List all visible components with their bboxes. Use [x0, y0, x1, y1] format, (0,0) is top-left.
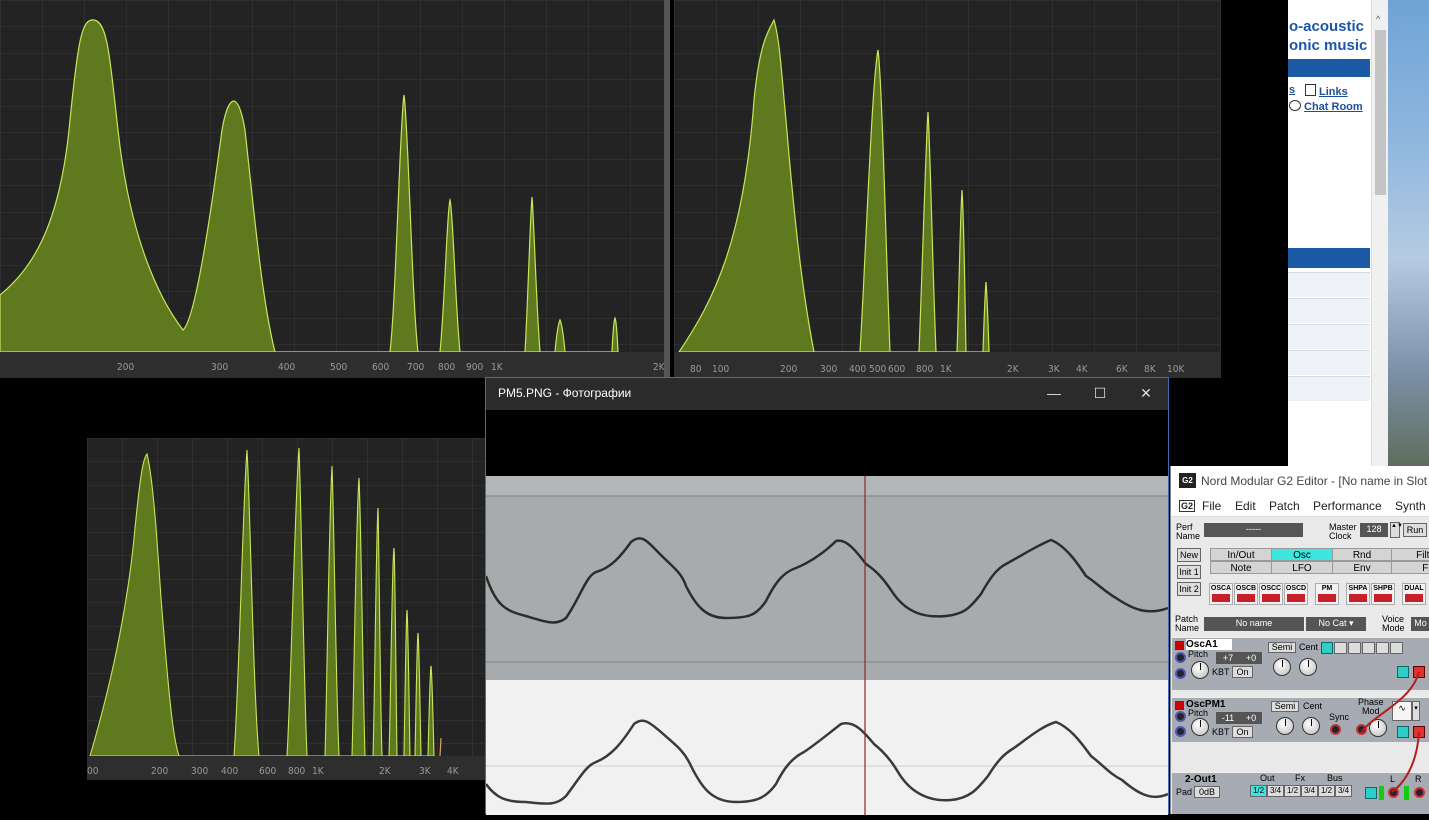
patch-cables — [1360, 671, 1420, 793]
spectrum-analyzer-bottom: 00 200 300 400 600 800 1K 2K 3K 4K — [87, 438, 487, 780]
spectrum-analyzer-top-left: 200 300 400 500 600 700 800 900 1K 2K — [0, 0, 670, 378]
menu-row[interactable] — [1288, 350, 1370, 375]
tick-label: 100 — [712, 364, 729, 375]
page-scrollbar[interactable]: ^ — [1371, 0, 1389, 470]
tick-label: 300 — [820, 364, 837, 375]
tick-label: 300 — [211, 362, 228, 373]
tick-label: 00 — [87, 766, 99, 777]
scrollbar-thumb[interactable] — [1375, 30, 1386, 195]
tick-label: 1K — [491, 362, 504, 373]
nav-bar — [1288, 59, 1370, 77]
tick-label: 2K — [653, 362, 666, 373]
tick-label: 800 — [288, 766, 305, 777]
tick-label: 200 — [117, 362, 134, 373]
nord-modular-editor-window[interactable]: G2 Nord Modular G2 Editor - [No name in … — [1170, 466, 1429, 814]
menu-row[interactable] — [1288, 298, 1370, 323]
tick-label: 400 — [221, 766, 238, 777]
tick-label: 800 — [916, 364, 933, 375]
menu-row[interactable] — [1288, 324, 1370, 349]
tick-label: 500 — [330, 362, 347, 373]
tick-label: 200 — [151, 766, 168, 777]
page-heading-line2: onic music — [1289, 37, 1368, 54]
tick-label: 600 — [888, 364, 905, 375]
spectrum-graph-top-left: 200 300 400 500 600 700 800 900 1K 2K — [0, 0, 670, 378]
section-bar — [1288, 248, 1370, 268]
tick-label: 4K — [447, 766, 460, 777]
tick-label: 3K — [419, 766, 432, 777]
tick-label: 80 — [690, 364, 702, 375]
minimize-button[interactable]: — — [1044, 384, 1064, 402]
tick-label: 900 — [466, 362, 483, 373]
window-title: PM5.PNG - Фотографии — [498, 386, 632, 400]
page-heading-line1: o-acoustic — [1289, 18, 1365, 35]
scroll-up-icon[interactable]: ^ — [1376, 14, 1380, 24]
menu-row[interactable] — [1288, 376, 1370, 401]
tick-label: 1K — [940, 364, 953, 375]
page-icon — [1305, 84, 1316, 96]
link-chat-label: Chat Room — [1304, 101, 1363, 113]
tick-label: 6K — [1116, 364, 1129, 375]
tick-label: 600 — [259, 766, 276, 777]
tick-label: 3K — [1048, 364, 1061, 375]
menu-row[interactable] — [1288, 272, 1370, 297]
tick-label: 400 — [849, 364, 866, 375]
close-button[interactable]: ✕ — [1136, 384, 1156, 402]
spectrum-graph-bottom: 00 200 300 400 600 800 1K 2K 3K 4K — [87, 438, 487, 780]
chat-icon — [1289, 100, 1301, 111]
tick-label: 4K — [1076, 364, 1089, 375]
window-titlebar[interactable]: PM5.PNG - Фотографии — ☐ ✕ — [486, 378, 1168, 410]
maximize-button[interactable]: ☐ — [1090, 384, 1110, 402]
tick-label: 800 — [438, 362, 455, 373]
waveform-image — [484, 476, 1169, 815]
tick-label: 400 — [278, 362, 295, 373]
tick-label: 8K — [1144, 364, 1157, 375]
tick-label: 600 — [372, 362, 389, 373]
tick-label: 500 — [869, 364, 886, 375]
desktop-wallpaper — [1388, 0, 1429, 470]
link-partial[interactable]: s — [1289, 84, 1295, 96]
tick-label: 2K — [1007, 364, 1020, 375]
photo-viewer-window[interactable]: PM5.PNG - Фотографии — ☐ ✕ — [484, 377, 1169, 815]
tick-label: 2K — [379, 766, 392, 777]
link-links[interactable]: Links — [1305, 84, 1348, 98]
link-links-label: Links — [1319, 86, 1348, 98]
tick-label: 300 — [191, 766, 208, 777]
spectrum-analyzer-top-right: 80 100 200 300 400 500 600 800 1K 2K 3K … — [674, 0, 1221, 378]
tick-label: 700 — [407, 362, 424, 373]
tick-label: 1K — [312, 766, 325, 777]
link-chat-room[interactable]: Chat Room — [1289, 100, 1363, 113]
tick-label: 200 — [780, 364, 797, 375]
tick-label: 10K — [1167, 364, 1185, 375]
spectrum-graph-top-right: 80 100 200 300 400 500 600 800 1K 2K 3K … — [674, 0, 1221, 378]
